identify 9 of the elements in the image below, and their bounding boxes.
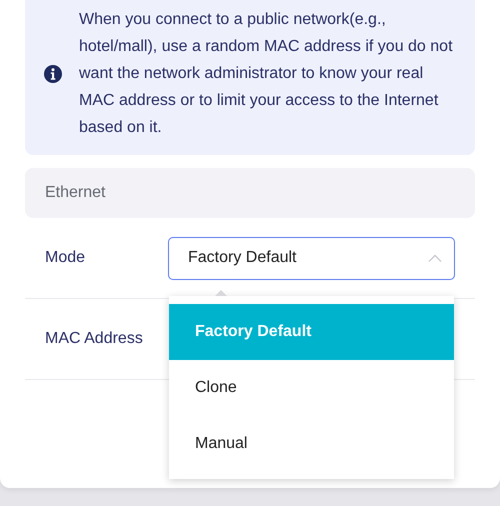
notice-text: When you connect to a public network(e.g., hotel/mall), use a random MAC address if you do not want the network administrator to know your real MAC address or to limit your access to the Internet based on it. [79,10,454,138]
field-label: MAC Address [44,330,144,348]
dropdown-option[interactable]: Clone [169,360,454,416]
info-icon [44,64,62,82]
section-title: Ethernet [45,184,106,202]
field-label: Mode [44,249,86,267]
menu-pointer [215,290,227,296]
mode-select[interactable]: Factory Default [168,236,455,280]
dropdown-option[interactable]: Manual [169,416,454,472]
